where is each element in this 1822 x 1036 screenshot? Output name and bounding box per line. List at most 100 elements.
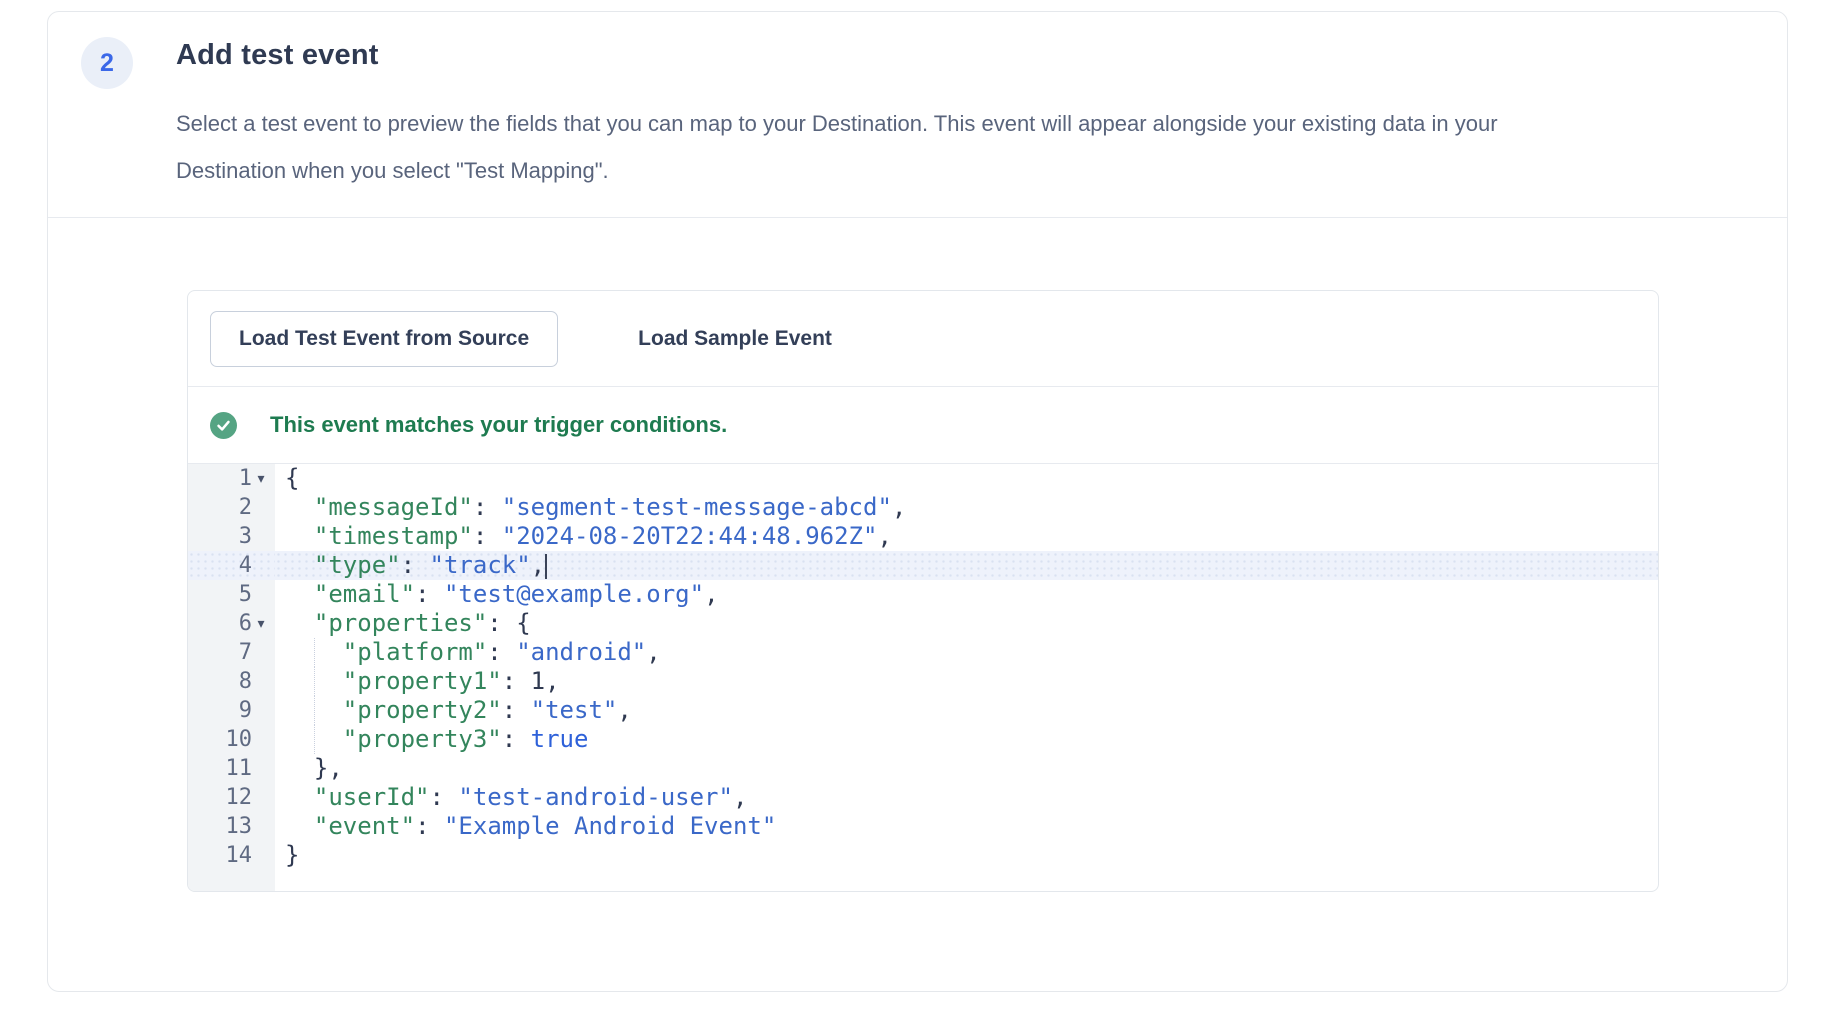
code-line: 10▾ "property3": true [188, 725, 1658, 754]
fold-caret-icon[interactable]: ▾ [252, 616, 270, 632]
code-line-content[interactable]: "messageId": "segment-test-message-abcd"… [275, 493, 1658, 522]
line-number: 4 [239, 553, 252, 578]
code-line: 14▾} [188, 841, 1658, 870]
token-punc: : [502, 725, 531, 753]
line-number: 10 [226, 727, 253, 752]
token-str: "test@example.org" [444, 580, 704, 608]
code-line: 9▾ "property2": "test", [188, 696, 1658, 725]
gutter-cell: 2▾ [188, 493, 275, 522]
token-key: "platform" [343, 638, 488, 666]
token-key: "email" [314, 580, 415, 608]
step-description-line2: Destination when you select "Test Mappin… [176, 147, 1498, 194]
code-line-content[interactable]: }, [275, 754, 1658, 783]
token-punc [285, 812, 314, 840]
gutter-cell: 8▾ [188, 667, 275, 696]
token-punc [285, 783, 314, 811]
code-line-content[interactable]: "property1": 1, [275, 667, 1658, 696]
line-number: 13 [226, 814, 253, 839]
token-punc: : [487, 638, 516, 666]
token-key: "userId" [314, 783, 430, 811]
code-line-content[interactable]: "email": "test@example.org", [275, 580, 1658, 609]
line-number: 11 [226, 756, 253, 781]
gutter-cell: 5▾ [188, 580, 275, 609]
token-str: "android" [516, 638, 646, 666]
token-key: "properties" [314, 609, 487, 637]
code-line-content[interactable]: "timestamp": "2024-08-20T22:44:48.962Z", [275, 522, 1658, 551]
token-punc: : [502, 696, 531, 724]
token-str: "segment-test-message-abcd" [502, 493, 892, 521]
code-line: 1▾ { [188, 464, 1658, 493]
token-str: "test-android-user" [458, 783, 733, 811]
text-cursor [545, 554, 547, 579]
gutter-cell [188, 870, 275, 891]
token-punc [285, 493, 314, 521]
token-punc [285, 609, 314, 637]
token-punc: : [502, 667, 531, 695]
token-punc: , [617, 696, 631, 724]
token-str: "2024-08-20T22:44:48.962Z" [502, 522, 878, 550]
code-line-content[interactable] [275, 870, 1658, 891]
check-icon [215, 417, 232, 434]
token-bool: true [531, 725, 589, 753]
code-line: 2▾ "messageId": "segment-test-message-ab… [188, 493, 1658, 522]
code-line-content[interactable]: "event": "Example Android Event" [275, 812, 1658, 841]
token-key: "property2" [343, 696, 502, 724]
code-line-content[interactable]: "userId": "test-android-user", [275, 783, 1658, 812]
line-number: 1 [239, 466, 252, 491]
token-punc: , [545, 667, 559, 695]
token-key: "event" [314, 812, 415, 840]
token-punc [285, 551, 314, 579]
token-punc: , [704, 580, 718, 608]
token-punc: : { [487, 609, 530, 637]
token-punc: : [415, 812, 444, 840]
indent-guide [314, 725, 315, 754]
code-line-content[interactable]: "property3": true [275, 725, 1658, 754]
add-test-event-card: 2 Add test event Select a test event to … [47, 11, 1788, 992]
code-line-content[interactable]: } [275, 841, 1658, 870]
load-sample-event-button[interactable]: Load Sample Event [610, 311, 860, 367]
code-line: 13▾ "event": "Example Android Event" [188, 812, 1658, 841]
token-punc: : [473, 493, 502, 521]
indent-guide [314, 667, 315, 696]
token-num: 1 [531, 667, 545, 695]
code-line: 8▾ "property1": 1, [188, 667, 1658, 696]
code-line: 4▾ "type": "track", [188, 551, 1658, 580]
line-number: 5 [239, 582, 252, 607]
trigger-match-status-text: This event matches your trigger conditio… [270, 412, 727, 438]
trigger-match-status-row: This event matches your trigger conditio… [188, 387, 1658, 463]
gutter-cell: 12▾ [188, 783, 275, 812]
json-code-editor[interactable]: 1▾{2▾ "messageId": "segment-test-message… [188, 464, 1658, 891]
token-punc: : [415, 580, 444, 608]
code-line: 7▾ "platform": "android", [188, 638, 1658, 667]
code-line: 11▾ }, [188, 754, 1658, 783]
token-punc: , [733, 783, 747, 811]
code-line-content[interactable]: "properties": { [275, 609, 1658, 638]
fold-caret-icon[interactable]: ▾ [252, 471, 270, 487]
token-punc [285, 580, 314, 608]
header-divider [48, 217, 1787, 218]
step-description-line1: Select a test event to preview the field… [176, 100, 1498, 147]
step-number-badge: 2 [81, 37, 133, 89]
token-punc: : [473, 522, 502, 550]
code-line-content[interactable]: "type": "track", [275, 551, 1658, 580]
event-load-toolbar: Load Test Event from Source Load Sample … [188, 291, 1658, 386]
code-line: 3▾ "timestamp": "2024-08-20T22:44:48.962… [188, 522, 1658, 551]
step-description: Select a test event to preview the field… [176, 100, 1498, 194]
line-number: 12 [226, 785, 253, 810]
load-test-event-from-source-button[interactable]: Load Test Event from Source [210, 311, 558, 367]
token-str: "Example Android Event" [444, 812, 776, 840]
test-event-panel: Load Test Event from Source Load Sample … [187, 290, 1659, 892]
gutter-cell: 14▾ [188, 841, 275, 870]
line-number: 14 [226, 843, 253, 868]
token-punc: , [877, 522, 891, 550]
token-punc: : [430, 783, 459, 811]
code-line-content[interactable]: "platform": "android", [275, 638, 1658, 667]
token-key: "messageId" [314, 493, 473, 521]
gutter-cell: 9▾ [188, 696, 275, 725]
gutter-cell: 7▾ [188, 638, 275, 667]
code-line-content[interactable]: "property2": "test", [275, 696, 1658, 725]
gutter-cell: 4▾ [188, 551, 275, 580]
line-number: 9 [239, 698, 252, 723]
code-line-content[interactable]: { [275, 464, 1658, 493]
line-number: 6 [239, 611, 252, 636]
